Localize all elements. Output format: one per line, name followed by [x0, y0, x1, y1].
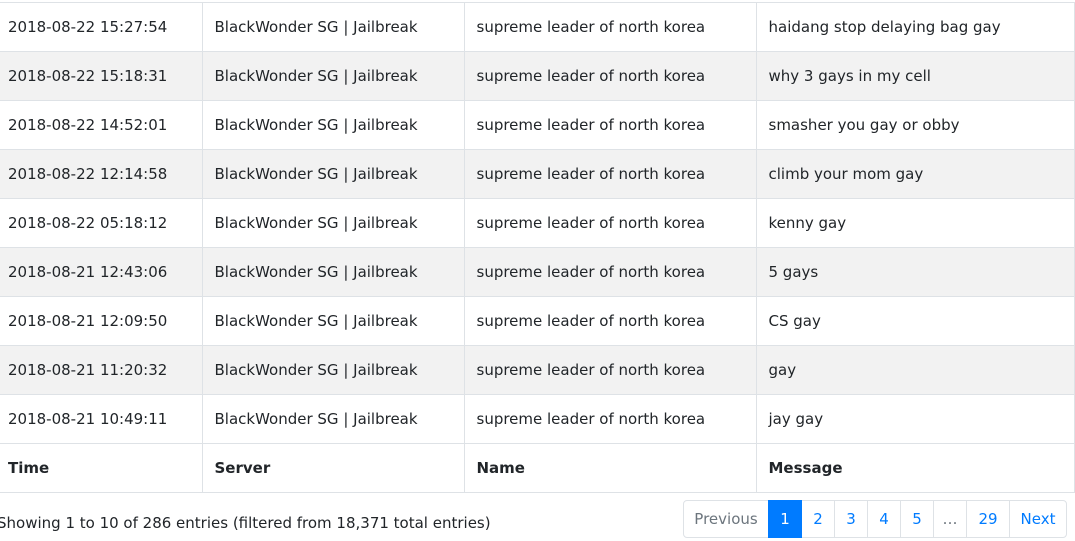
- column-header-name[interactable]: Name: [463, 443, 757, 493]
- cell-server: BlackWonder SG | Jailbreak: [201, 247, 465, 297]
- cell-name: supreme leader of north korea: [463, 149, 757, 199]
- table-row: 2018-08-22 05:18:12 BlackWonder SG | Jail…: [0, 198, 1075, 248]
- table-body: 2018-08-22 15:27:54 BlackWonder SG | Jail…: [0, 2, 1075, 444]
- cell-message: gay: [755, 345, 1075, 395]
- cell-message: 5 gays: [755, 247, 1075, 297]
- table-row: 2018-08-22 12:14:58 BlackWonder SG | Jail…: [0, 149, 1075, 199]
- cell-time: 2018-08-22 05:18:12: [0, 198, 203, 248]
- cell-message: jay gay: [755, 394, 1075, 444]
- cell-message: kenny gay: [755, 198, 1075, 248]
- cell-time: 2018-08-22 15:27:54: [0, 2, 203, 52]
- log-page: 2018-08-22 15:27:54 BlackWonder SG | Jail…: [0, 0, 1075, 541]
- table-footer: Time Server Name Message: [0, 443, 1075, 493]
- chat-log-table: 2018-08-22 15:27:54 BlackWonder SG | Jail…: [0, 2, 1075, 493]
- cell-name: supreme leader of north korea: [463, 100, 757, 150]
- cell-server: BlackWonder SG | Jailbreak: [201, 296, 465, 346]
- cell-server: BlackWonder SG | Jailbreak: [201, 149, 465, 199]
- cell-message: why 3 gays in my cell: [755, 51, 1075, 101]
- table-row: 2018-08-22 15:27:54 BlackWonder SG | Jail…: [0, 2, 1075, 52]
- table-row: 2018-08-22 14:52:01 BlackWonder SG | Jail…: [0, 100, 1075, 150]
- cell-message: haidang stop delaying bag gay: [755, 2, 1075, 52]
- pagination-previous-button[interactable]: Previous: [683, 500, 769, 538]
- cell-server: BlackWonder SG | Jailbreak: [201, 198, 465, 248]
- cell-server: BlackWonder SG | Jailbreak: [201, 394, 465, 444]
- table-row: 2018-08-21 10:49:11 BlackWonder SG | Jail…: [0, 394, 1075, 444]
- table-row: 2018-08-22 15:18:31 BlackWonder SG | Jail…: [0, 51, 1075, 101]
- table-row: 2018-08-21 12:09:50 BlackWonder SG | Jail…: [0, 296, 1075, 346]
- column-header-message[interactable]: Message: [755, 443, 1075, 493]
- pagination-page-last[interactable]: 29: [966, 500, 1010, 538]
- cell-time: 2018-08-21 11:20:32: [0, 345, 203, 395]
- cell-server: BlackWonder SG | Jailbreak: [201, 345, 465, 395]
- cell-time: 2018-08-22 12:14:58: [0, 149, 203, 199]
- cell-name: supreme leader of north korea: [463, 296, 757, 346]
- column-header-server[interactable]: Server: [201, 443, 465, 493]
- cell-message: climb your mom gay: [755, 149, 1075, 199]
- cell-time: 2018-08-22 14:52:01: [0, 100, 203, 150]
- table-row: 2018-08-21 11:20:32 BlackWonder SG | Jail…: [0, 345, 1075, 395]
- column-header-time[interactable]: Time: [0, 443, 203, 493]
- cell-time: 2018-08-21 12:43:06: [0, 247, 203, 297]
- pagination-page-1[interactable]: 1: [768, 500, 802, 538]
- table-info: Showing 1 to 10 of 286 entries (filtered…: [0, 514, 491, 532]
- footer-header-row: Time Server Name Message: [0, 443, 1075, 493]
- pagination-page-5[interactable]: 5: [900, 500, 934, 538]
- cell-server: BlackWonder SG | Jailbreak: [201, 100, 465, 150]
- pagination-next-button[interactable]: Next: [1009, 500, 1067, 538]
- cell-time: 2018-08-21 12:09:50: [0, 296, 203, 346]
- cell-name: supreme leader of north korea: [463, 2, 757, 52]
- pagination-page-4[interactable]: 4: [867, 500, 901, 538]
- cell-time: 2018-08-22 15:18:31: [0, 51, 203, 101]
- cell-time: 2018-08-21 10:49:11: [0, 394, 203, 444]
- pagination: Previous 1 2 3 4 5 … 29 Next: [683, 500, 1067, 538]
- cell-name: supreme leader of north korea: [463, 198, 757, 248]
- pagination-page-3[interactable]: 3: [834, 500, 868, 538]
- cell-message: CS gay: [755, 296, 1075, 346]
- cell-name: supreme leader of north korea: [463, 394, 757, 444]
- cell-name: supreme leader of north korea: [463, 51, 757, 101]
- cell-server: BlackWonder SG | Jailbreak: [201, 2, 465, 52]
- pagination-ellipsis: …: [933, 500, 967, 538]
- cell-name: supreme leader of north korea: [463, 345, 757, 395]
- cell-server: BlackWonder SG | Jailbreak: [201, 51, 465, 101]
- pagination-page-2[interactable]: 2: [801, 500, 835, 538]
- cell-message: smasher you gay or obby: [755, 100, 1075, 150]
- cell-name: supreme leader of north korea: [463, 247, 757, 297]
- table-row: 2018-08-21 12:43:06 BlackWonder SG | Jail…: [0, 247, 1075, 297]
